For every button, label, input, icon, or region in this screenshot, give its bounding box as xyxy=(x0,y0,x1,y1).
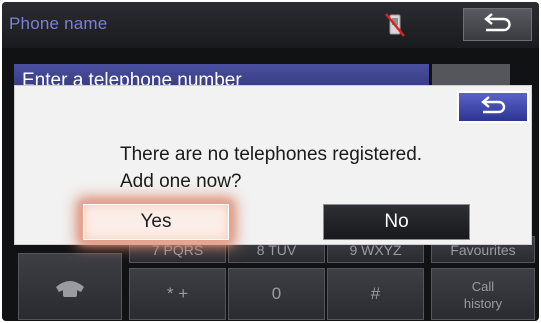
yes-button[interactable]: Yes xyxy=(83,204,229,240)
phone-screen: Phone name Enter a telephone number 7 PQ… xyxy=(2,2,539,321)
call-button[interactable] xyxy=(18,253,122,320)
back-arrow-icon xyxy=(484,13,511,32)
dialog-message-line1: There are no telephones registered. xyxy=(120,144,423,165)
no-button[interactable]: No xyxy=(323,204,470,240)
dialog-back-button[interactable] xyxy=(457,91,529,123)
no-phones-dialog: There are no telephones registered. Add … xyxy=(14,85,532,245)
back-arrow-icon xyxy=(481,96,506,114)
key-star-plus[interactable]: * + xyxy=(129,268,226,320)
call-history-button[interactable]: Call history xyxy=(431,268,535,320)
back-button[interactable] xyxy=(463,8,532,41)
key-hash[interactable]: # xyxy=(327,268,424,320)
page-title: Phone name xyxy=(9,14,108,33)
dialog-message: There are no telephones registered. Add … xyxy=(120,141,480,195)
no-phone-connected-icon xyxy=(385,13,405,37)
top-bar: Phone name xyxy=(2,2,539,48)
call-history-label-line2: history xyxy=(463,296,503,311)
key-0[interactable]: 0 xyxy=(228,268,325,320)
dialog-message-line2: Add one now? xyxy=(120,171,242,192)
handset-icon xyxy=(56,281,84,297)
call-history-label-line1: Call xyxy=(471,279,495,294)
